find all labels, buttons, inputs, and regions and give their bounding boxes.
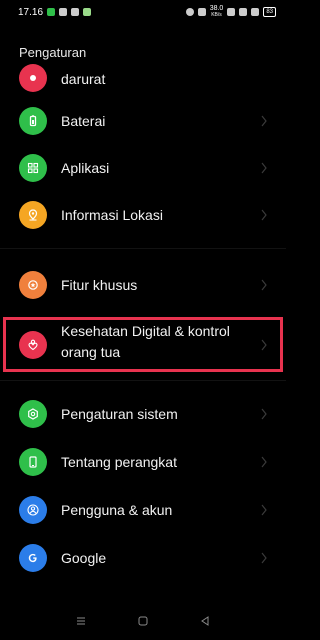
settings-item-pengaturan-sistem[interactable]: Pengaturan sistem [0, 391, 286, 437]
settings-item-fitur-khusus[interactable]: Fitur khusus [0, 262, 286, 308]
status-right: 38.0 KB/s 83 [185, 5, 276, 19]
apps-grid-icon [19, 154, 47, 182]
chevron-right-icon [260, 503, 268, 517]
recent-apps-button[interactable] [75, 614, 87, 632]
chevron-right-icon [260, 407, 268, 421]
settings-item-google[interactable]: Google [0, 535, 286, 581]
home-button[interactable] [137, 614, 149, 632]
status-left: 17.16 [18, 6, 92, 18]
chevron-right-icon [260, 278, 268, 292]
special-features-icon [19, 271, 47, 299]
chevron-right-icon [260, 455, 268, 469]
phone-info-icon [19, 448, 47, 476]
settings-item-label: Aplikasi [61, 160, 110, 176]
section-divider [0, 248, 286, 249]
wifi-icon [227, 8, 236, 16]
settings-item-label: Baterai [61, 113, 106, 129]
settings-item-label: Tentang perangkat [61, 454, 177, 470]
battery-indicator: 83 [263, 7, 276, 17]
notification-icon [71, 8, 80, 16]
settings-item-label: Pengguna & akun [61, 502, 173, 518]
settings-item-aplikasi[interactable]: Aplikasi [0, 145, 286, 191]
chevron-right-icon [260, 208, 268, 222]
network-speed-unit: KB/s [211, 12, 222, 18]
mute-icon [197, 8, 206, 16]
settings-item-baterai[interactable]: Baterai [0, 98, 286, 144]
settings-item-label: Informasi Lokasi [61, 207, 163, 223]
status-time: 17.16 [18, 6, 44, 18]
system-settings-icon [19, 400, 47, 428]
settings-item-darurat[interactable]: darurat [0, 55, 286, 101]
settings-item-tentang-perangkat[interactable]: Tentang perangkat [0, 439, 286, 485]
status-bar: 17.16 38.0 KB/s 83 [0, 0, 286, 24]
message-icon [47, 8, 56, 16]
location-icon [19, 201, 47, 229]
app-notification-icon [83, 8, 92, 16]
network-speed: 38.0 KB/s [210, 5, 224, 19]
settings-item-informasi-lokasi[interactable]: Informasi Lokasi [0, 192, 286, 238]
battery-icon [19, 107, 47, 135]
signal-icon-2 [251, 8, 260, 16]
signal-icon [239, 8, 248, 16]
user-account-icon [19, 496, 47, 524]
back-button[interactable] [199, 614, 211, 632]
settings-item-pengguna-akun[interactable]: Pengguna & akun [0, 487, 286, 533]
tiktok-icon [59, 8, 68, 16]
settings-item-label: Fitur khusus [61, 277, 138, 293]
google-icon [19, 544, 47, 572]
settings-item-label: darurat [61, 71, 106, 87]
highlight-box [3, 317, 283, 372]
chevron-right-icon [260, 161, 268, 175]
navigation-bar [0, 606, 286, 640]
alarm-icon [185, 8, 194, 16]
chevron-right-icon [260, 551, 268, 565]
section-divider [0, 380, 286, 381]
emergency-icon [19, 64, 47, 92]
settings-item-label: Pengaturan sistem [61, 406, 178, 422]
settings-item-label: Google [61, 550, 107, 566]
chevron-right-icon [260, 114, 268, 128]
network-speed-value: 38.0 [209, 5, 224, 12]
